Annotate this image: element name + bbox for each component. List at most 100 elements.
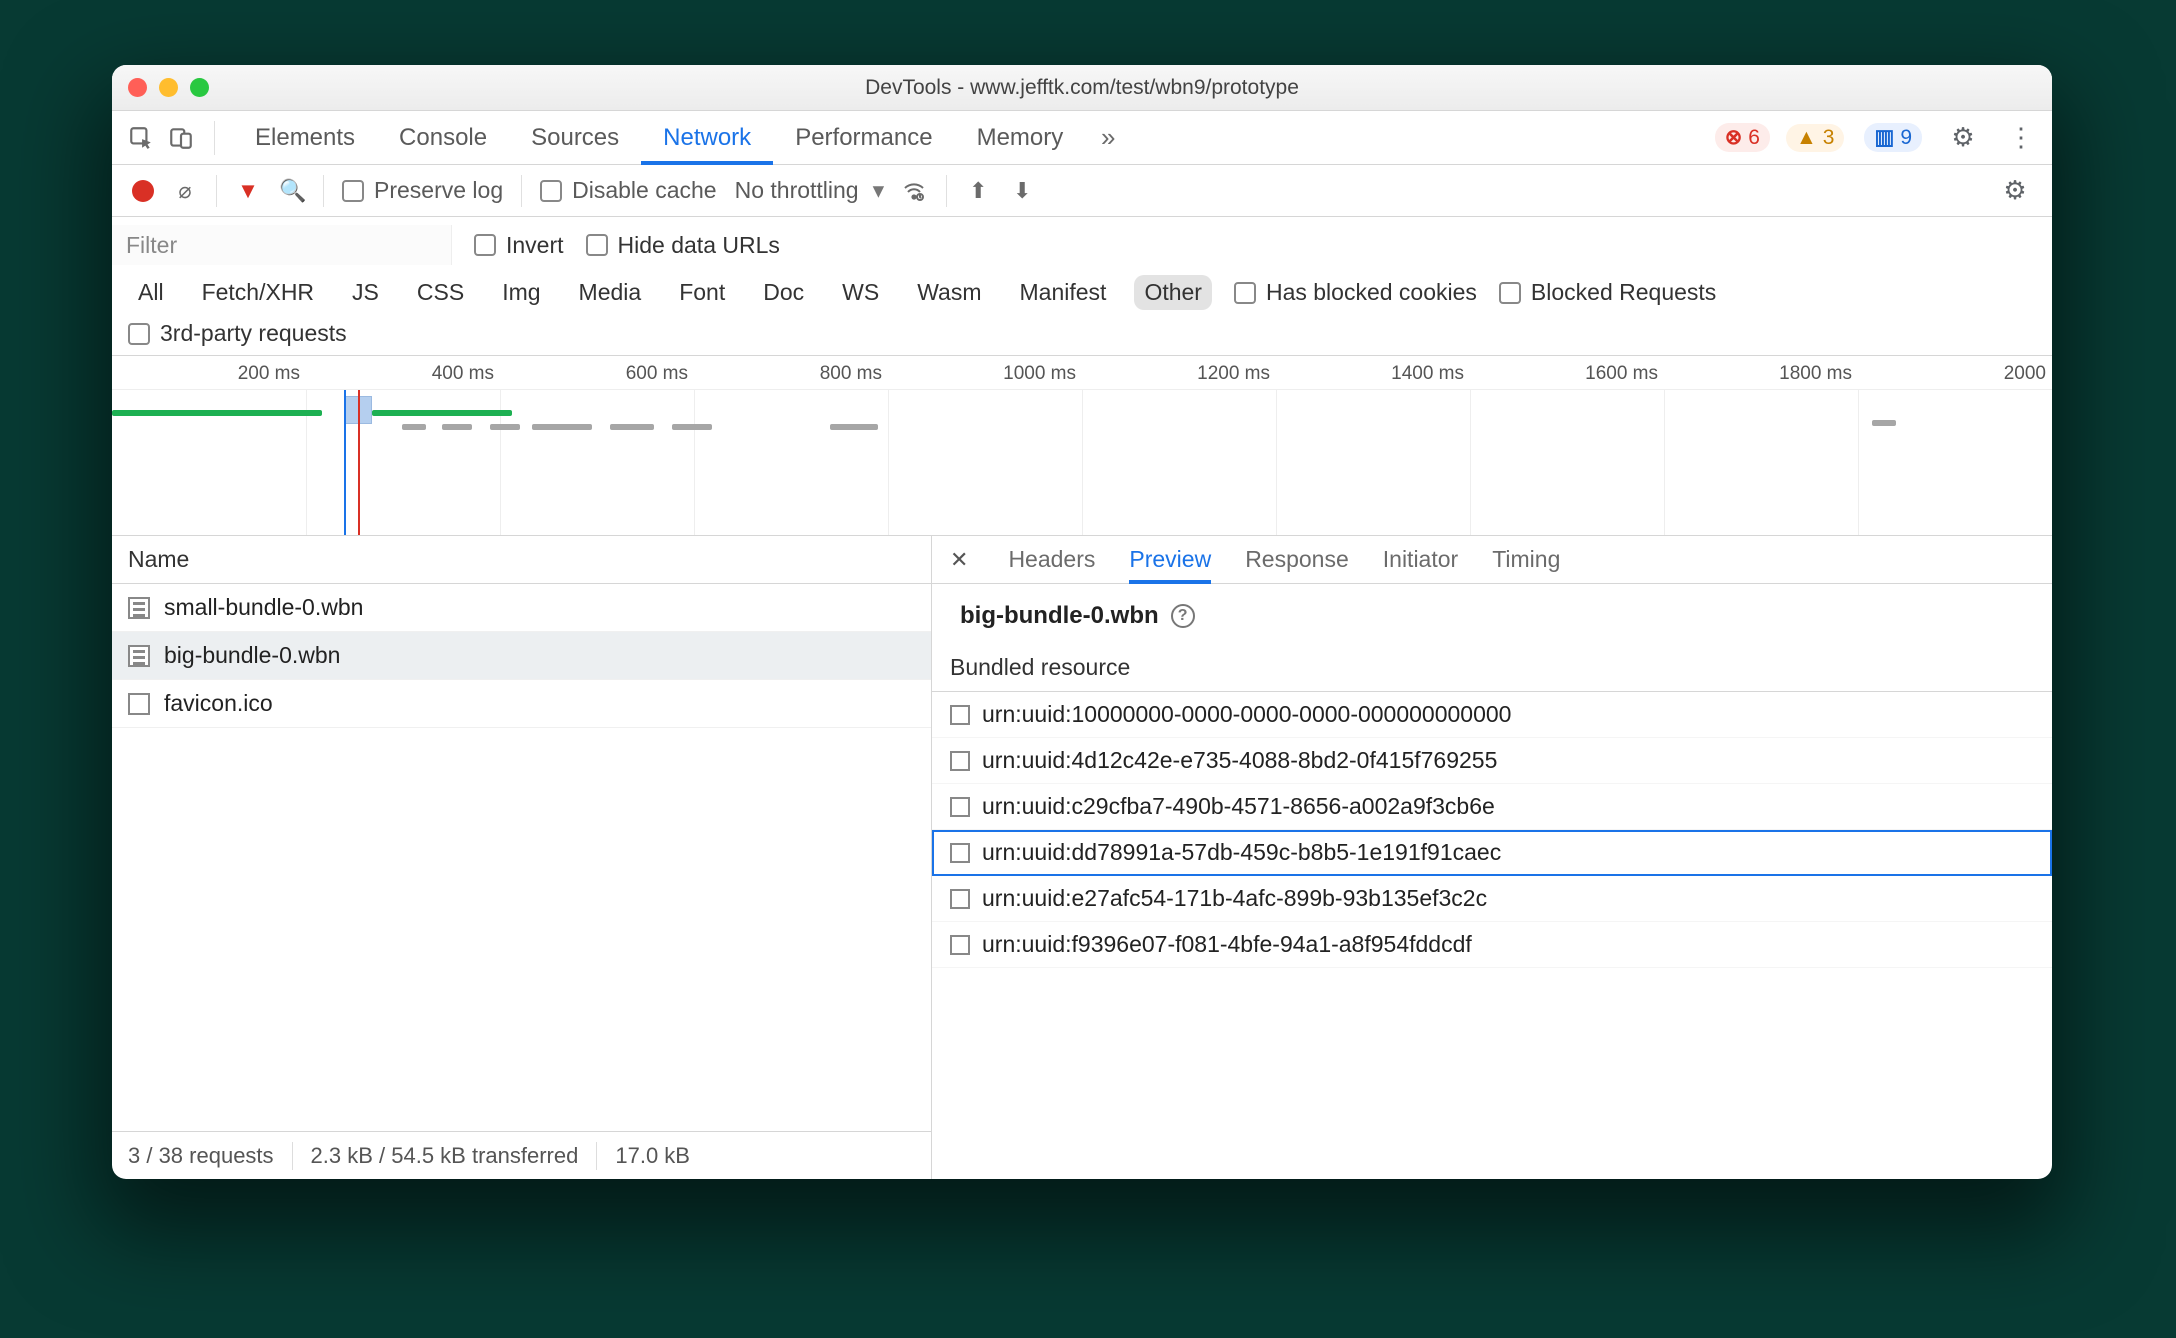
warning-icon: ▲ [1796, 126, 1817, 150]
resource-icon [950, 843, 970, 863]
resource-urn: urn:uuid:c29cfba7-490b-4571-8656-a002a9f… [982, 793, 1495, 820]
bundled-resource-row[interactable]: urn:uuid:e27afc54-171b-4afc-899b-93b135e… [932, 876, 2052, 922]
document-icon [128, 645, 150, 667]
type-filter-js[interactable]: JS [342, 275, 389, 310]
tab-performance[interactable]: Performance [773, 111, 954, 164]
detail-tab-headers[interactable]: Headers [1008, 536, 1095, 583]
tab-network[interactable]: Network [641, 111, 773, 164]
network-conditions-icon[interactable] [902, 179, 928, 203]
timeline-tick: 2000 [2004, 363, 2052, 385]
tab-memory[interactable]: Memory [955, 111, 1086, 164]
throttling-select[interactable]: No throttling ▾ [735, 177, 885, 204]
network-split: Name small-bundle-0.wbn big-bundle-0.wbn f… [112, 536, 2052, 1179]
messages-badge[interactable]: ▥9 [1864, 123, 1922, 152]
type-filter-css[interactable]: CSS [407, 275, 474, 310]
bundled-resource-row[interactable]: urn:uuid:10000000-0000-0000-0000-0000000… [932, 692, 2052, 738]
timeline-tick: 400 ms [432, 363, 500, 385]
bundled-resource-row[interactable]: urn:uuid:c29cfba7-490b-4571-8656-a002a9f… [932, 784, 2052, 830]
request-list-panel: Name small-bundle-0.wbn big-bundle-0.wbn f… [112, 536, 932, 1179]
tab-console[interactable]: Console [377, 111, 509, 164]
third-party-checkbox[interactable]: 3rd-party requests [128, 320, 347, 347]
has-blocked-cookies-checkbox[interactable]: Has blocked cookies [1234, 279, 1477, 306]
detail-tab-initiator[interactable]: Initiator [1383, 536, 1458, 583]
more-icon[interactable]: ⋮ [2004, 122, 2038, 153]
preview-file-name: big-bundle-0.wbn [960, 602, 1159, 630]
document-icon [128, 597, 150, 619]
messages-count: 9 [1900, 126, 1912, 150]
bundled-resource-label: Bundled resource [932, 648, 2052, 692]
type-filter-all[interactable]: All [128, 275, 174, 310]
devtools-window: DevTools - www.jefftk.com/test/wbn9/prot… [112, 65, 2052, 1179]
search-icon[interactable]: 🔍 [279, 178, 305, 204]
resource-icon [950, 705, 970, 725]
network-toolbar: ⌀ ▼ 🔍 Preserve log Disable cache No thro… [112, 165, 2052, 217]
message-icon: ▥ [1874, 125, 1894, 150]
request-list[interactable]: small-bundle-0.wbn big-bundle-0.wbn favico… [112, 584, 931, 1131]
invert-checkbox[interactable]: Invert [474, 232, 564, 259]
window-title: DevTools - www.jefftk.com/test/wbn9/prot… [112, 76, 2052, 100]
status-transferred: 2.3 kB / 54.5 kB transferred [311, 1143, 579, 1169]
file-icon [128, 693, 150, 715]
separator [214, 121, 215, 155]
bundled-resource-row[interactable]: urn:uuid:dd78991a-57db-459c-b8b5-1e191f9… [932, 830, 2052, 876]
type-filter-img[interactable]: Img [492, 275, 550, 310]
errors-count: 6 [1748, 126, 1760, 150]
upload-har-icon[interactable]: ⬆ [965, 178, 991, 204]
warnings-count: 3 [1823, 126, 1835, 150]
request-row[interactable]: big-bundle-0.wbn [112, 632, 931, 680]
type-filter-manifest[interactable]: Manifest [1010, 275, 1117, 310]
type-filter-media[interactable]: Media [569, 275, 652, 310]
close-detail-icon[interactable]: ✕ [950, 547, 968, 573]
bundled-resource-row[interactable]: urn:uuid:f9396e07-f081-4bfe-94a1-a8f954f… [932, 922, 2052, 968]
detail-tab-response[interactable]: Response [1245, 536, 1349, 583]
network-settings-icon[interactable]: ⚙ [1998, 175, 2032, 206]
preserve-log-label: Preserve log [374, 177, 503, 204]
name-column-header[interactable]: Name [112, 536, 931, 584]
panel-tabs: ElementsConsoleSourcesNetworkPerformance… [112, 111, 2052, 165]
detail-tab-preview[interactable]: Preview [1129, 536, 1211, 583]
preserve-log-checkbox[interactable]: Preserve log [342, 177, 503, 204]
request-name: small-bundle-0.wbn [164, 594, 363, 621]
request-row[interactable]: favicon.ico [112, 680, 931, 728]
status-resources: 17.0 kB [615, 1143, 690, 1169]
error-icon: ⊗ [1725, 125, 1743, 150]
detail-tab-timing[interactable]: Timing [1492, 536, 1560, 583]
blocked-requests-checkbox[interactable]: Blocked Requests [1499, 279, 1716, 306]
inspect-element-icon[interactable] [126, 123, 156, 153]
toggle-device-icon[interactable] [166, 123, 196, 153]
hide-data-urls-checkbox[interactable]: Hide data URLs [586, 232, 780, 259]
bundled-resource-row[interactable]: urn:uuid:4d12c42e-e735-4088-8bd2-0f415f7… [932, 738, 2052, 784]
overflow-tabs-icon[interactable]: » [1095, 122, 1121, 153]
tab-elements[interactable]: Elements [233, 111, 377, 164]
clear-icon[interactable]: ⌀ [172, 178, 198, 204]
resource-icon [950, 935, 970, 955]
type-filter-wasm[interactable]: Wasm [907, 275, 991, 310]
network-timeline[interactable]: 200 ms400 ms600 ms800 ms1000 ms1200 ms14… [112, 356, 2052, 536]
detail-tabs: ✕ Headers Preview Response Initiator Timing [932, 536, 2052, 584]
bundled-resource-list[interactable]: urn:uuid:10000000-0000-0000-0000-0000000… [932, 692, 2052, 1179]
filter-input[interactable] [112, 225, 452, 265]
disable-cache-label: Disable cache [572, 177, 716, 204]
filter-toggle-icon[interactable]: ▼ [235, 178, 261, 204]
titlebar: DevTools - www.jefftk.com/test/wbn9/prot… [112, 65, 2052, 111]
type-filter-ws[interactable]: WS [832, 275, 889, 310]
tab-sources[interactable]: Sources [509, 111, 641, 164]
resource-urn: urn:uuid:10000000-0000-0000-0000-0000000… [982, 701, 1511, 728]
type-filter-fetch-xhr[interactable]: Fetch/XHR [192, 275, 324, 310]
timeline-tick: 1400 ms [1391, 363, 1470, 385]
status-requests: 3 / 38 requests [128, 1143, 274, 1169]
download-har-icon[interactable]: ⬇ [1009, 178, 1035, 204]
type-filter-doc[interactable]: Doc [753, 275, 814, 310]
help-icon[interactable]: ? [1171, 604, 1195, 628]
disable-cache-checkbox[interactable]: Disable cache [540, 177, 716, 204]
type-filter-other[interactable]: Other [1134, 275, 1212, 310]
warnings-badge[interactable]: ▲3 [1786, 124, 1844, 152]
resource-urn: urn:uuid:f9396e07-f081-4bfe-94a1-a8f954f… [982, 931, 1472, 958]
type-filter-font[interactable]: Font [669, 275, 735, 310]
timeline-tick: 600 ms [626, 363, 694, 385]
request-row[interactable]: small-bundle-0.wbn [112, 584, 931, 632]
request-name: big-bundle-0.wbn [164, 642, 340, 669]
errors-badge[interactable]: ⊗6 [1715, 123, 1770, 152]
settings-icon[interactable]: ⚙ [1946, 122, 1980, 153]
record-button[interactable] [132, 180, 154, 202]
